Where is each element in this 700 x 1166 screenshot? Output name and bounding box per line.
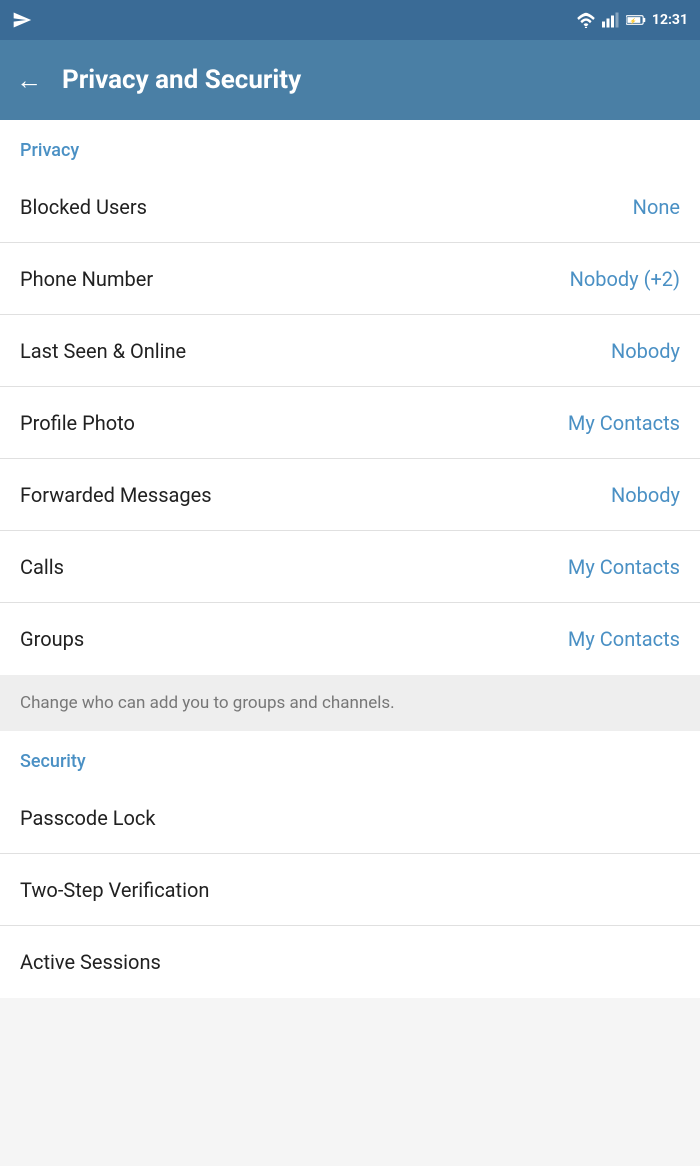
two-step-verification-label: Two-Step Verification xyxy=(20,878,209,902)
content: Privacy Blocked Users None Phone Number … xyxy=(0,120,700,998)
phone-number-value: Nobody (+2) xyxy=(570,267,680,291)
app-bar: ← Privacy and Security xyxy=(0,40,700,120)
two-step-verification-item[interactable]: Two-Step Verification xyxy=(0,854,700,926)
active-sessions-item[interactable]: Active Sessions xyxy=(0,926,700,998)
page-title: Privacy and Security xyxy=(62,65,301,95)
blocked-users-label: Blocked Users xyxy=(20,195,147,219)
last-seen-label: Last Seen & Online xyxy=(20,339,186,363)
send-icon xyxy=(12,10,32,30)
blocked-users-item[interactable]: Blocked Users None xyxy=(0,171,700,243)
calls-value: My Contacts xyxy=(568,555,680,579)
profile-photo-item[interactable]: Profile Photo My Contacts xyxy=(0,387,700,459)
phone-number-label: Phone Number xyxy=(20,267,153,291)
privacy-section-header: Privacy xyxy=(0,120,700,171)
last-seen-item[interactable]: Last Seen & Online Nobody xyxy=(0,315,700,387)
profile-photo-value: My Contacts xyxy=(568,411,680,435)
forwarded-messages-item[interactable]: Forwarded Messages Nobody xyxy=(0,459,700,531)
calls-label: Calls xyxy=(20,555,64,579)
groups-note: Change who can add you to groups and cha… xyxy=(0,675,700,731)
back-button[interactable]: ← xyxy=(16,65,42,96)
privacy-section: Privacy Blocked Users None Phone Number … xyxy=(0,120,700,675)
status-bar-left xyxy=(12,10,32,30)
security-section-header: Security xyxy=(0,731,700,782)
phone-number-item[interactable]: Phone Number Nobody (+2) xyxy=(0,243,700,315)
passcode-lock-item[interactable]: Passcode Lock xyxy=(0,782,700,854)
groups-value: My Contacts xyxy=(568,627,680,651)
passcode-lock-label: Passcode Lock xyxy=(20,806,156,830)
last-seen-value: Nobody xyxy=(611,339,680,363)
status-bar-right: ⚡ 12:31 xyxy=(576,12,688,28)
groups-label: Groups xyxy=(20,627,84,651)
security-section: Security Passcode Lock Two-Step Verifica… xyxy=(0,731,700,998)
forwarded-messages-value: Nobody xyxy=(611,483,680,507)
status-time: 12:31 xyxy=(652,12,688,28)
signal-icon xyxy=(602,12,620,28)
wifi-icon xyxy=(576,12,596,28)
profile-photo-label: Profile Photo xyxy=(20,411,135,435)
groups-item[interactable]: Groups My Contacts xyxy=(0,603,700,675)
forwarded-messages-label: Forwarded Messages xyxy=(20,483,212,507)
calls-item[interactable]: Calls My Contacts xyxy=(0,531,700,603)
status-bar: ⚡ 12:31 xyxy=(0,0,700,40)
blocked-users-value: None xyxy=(633,195,680,219)
active-sessions-label: Active Sessions xyxy=(20,950,161,974)
battery-icon: ⚡ xyxy=(626,12,646,28)
